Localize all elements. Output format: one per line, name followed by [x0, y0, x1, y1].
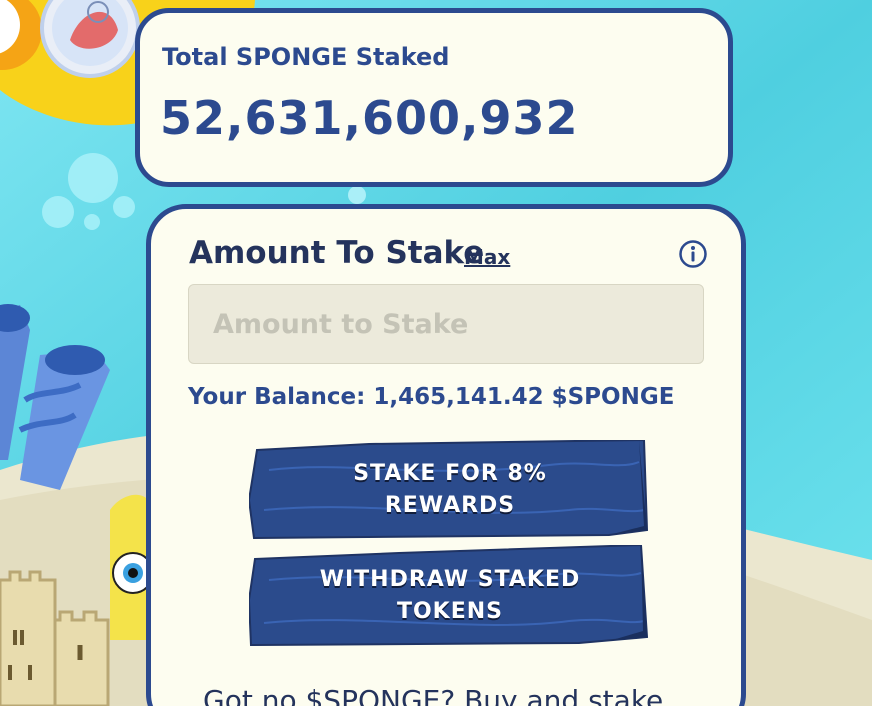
stake-card: Amount To Stake Max Your Balance: 1,465,… — [146, 204, 746, 706]
balance-text: Your Balance: 1,465,141.42 $SPONGE — [188, 384, 675, 410]
stake-button-label: STAKE FOR 8% REWARDS — [353, 461, 547, 518]
amount-to-stake-heading: Amount To Stake — [189, 235, 485, 271]
scene: Total SPONGE Staked 52,631,600,932 Amoun… — [0, 0, 872, 706]
info-icon[interactable] — [678, 239, 708, 269]
withdraw-button[interactable]: WITHDRAW STAKED TOKENS — [249, 545, 651, 647]
withdraw-button-label: WITHDRAW STAKED TOKENS — [319, 567, 581, 624]
buy-and-stake-text: Got no $SPONGE? Buy and stake — [203, 684, 664, 706]
total-staked-value: 52,631,600,932 — [160, 91, 579, 145]
amount-to-stake-input[interactable] — [188, 284, 704, 364]
max-button[interactable]: Max — [464, 245, 510, 269]
stake-button[interactable]: STAKE FOR 8% REWARDS — [249, 440, 651, 540]
total-staked-card: Total SPONGE Staked 52,631,600,932 — [135, 8, 733, 187]
total-staked-label: Total SPONGE Staked — [162, 43, 450, 71]
